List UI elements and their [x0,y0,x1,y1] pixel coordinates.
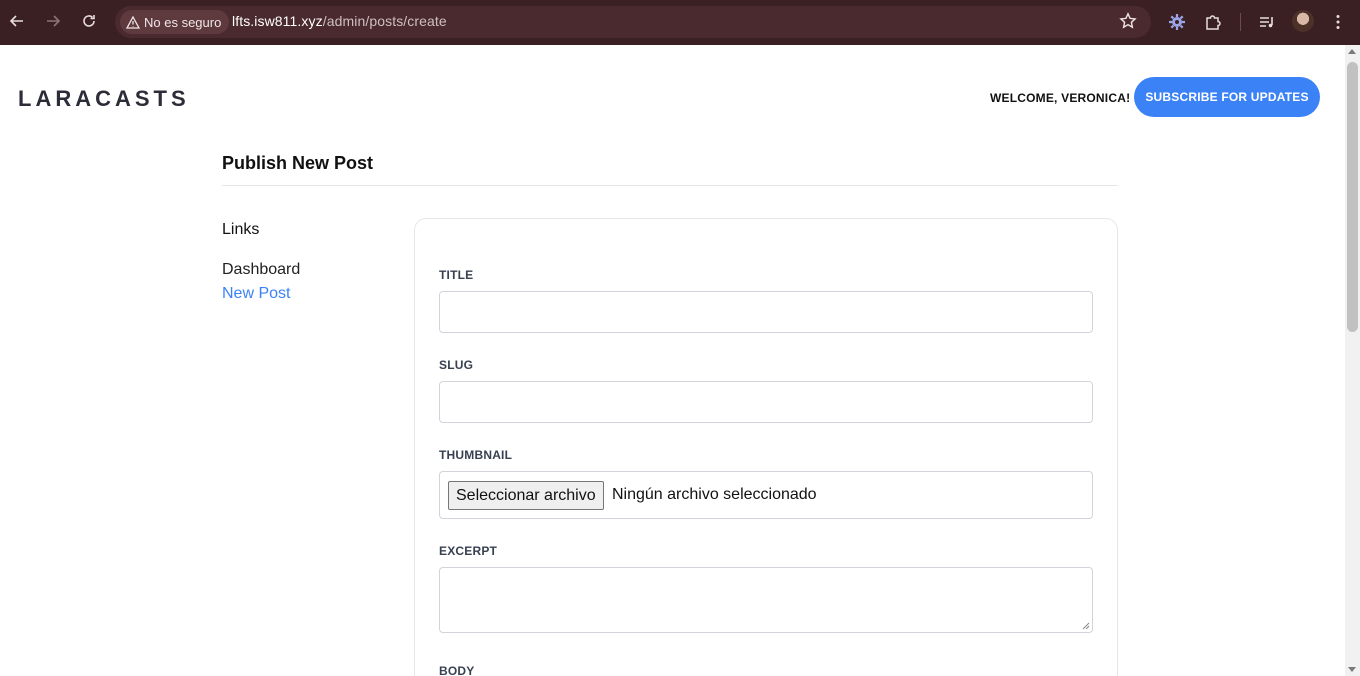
forward-button[interactable] [42,10,64,32]
playlist-icon [1260,17,1273,28]
browser-toolbar: No es seguro lfts.isw811.xyz/admin/posts… [0,0,1360,45]
url-host: lfts.isw811.xyz [232,13,323,29]
laracasts-logo[interactable]: LARACASTS [18,86,190,112]
scroll-down-arrow-icon[interactable] [1348,667,1356,672]
puzzle-icon [1206,15,1221,30]
arrow-right-icon [47,15,61,27]
scrollbar-thumb[interactable] [1347,62,1358,332]
media-control-button[interactable] [1255,10,1279,34]
title-label: TITLE [439,268,474,282]
url-path: /admin/posts/create [322,13,447,29]
gear-icon [1169,14,1185,30]
resize-grip-icon[interactable] [1082,622,1090,630]
toolbar-divider [1240,13,1241,31]
body-label: BODY [439,664,475,676]
address-bar[interactable]: No es seguro lfts.isw811.xyz/admin/posts… [115,6,1151,38]
sidebar-item-new-post[interactable]: New Post [222,285,290,303]
star-icon [1119,12,1137,29]
reload-button[interactable] [78,10,100,32]
choose-file-button[interactable]: Seleccionar archivo [448,481,604,510]
arrow-left-icon [9,15,23,27]
url-text[interactable]: lfts.isw811.xyz/admin/posts/create [232,13,447,29]
warning-icon [126,15,140,29]
kebab-menu-icon [1336,15,1340,29]
browser-menu-button[interactable] [1326,10,1350,34]
page-title: Publish New Post [222,153,374,173]
scroll-up-arrow-icon[interactable] [1348,49,1356,54]
thumbnail-file-input[interactable]: Seleccionar archivo Ningún archivo selec… [439,471,1093,519]
security-chip[interactable]: No es seguro [120,10,230,34]
subscribe-button[interactable]: SUBSCRIBE FOR UPDATES [1134,77,1320,117]
reload-icon [83,15,95,27]
bookmark-button[interactable] [1119,12,1137,30]
file-status-text: Ningún archivo seleccionado [612,486,817,503]
extension-gear-button[interactable] [1165,10,1189,34]
thumbnail-label: THUMBNAIL [439,448,513,462]
sidebar-item-dashboard[interactable]: Dashboard [222,261,300,279]
sidebar-heading: Links [222,221,260,238]
profile-avatar[interactable] [1292,10,1314,32]
extensions-button[interactable] [1201,10,1225,34]
title-divider [222,185,1118,186]
slug-label: SLUG [439,358,474,372]
page-scrollbar[interactable] [1345,45,1360,676]
excerpt-label: EXCERPT [439,544,498,558]
welcome-text: WELCOME, VERONICA! [990,91,1131,105]
title-input[interactable] [439,291,1093,333]
security-label: No es seguro [144,14,222,30]
slug-input[interactable] [439,381,1093,423]
back-button[interactable] [6,10,28,32]
excerpt-textarea[interactable] [439,567,1093,633]
logo-text: LARACASTS [18,86,190,111]
